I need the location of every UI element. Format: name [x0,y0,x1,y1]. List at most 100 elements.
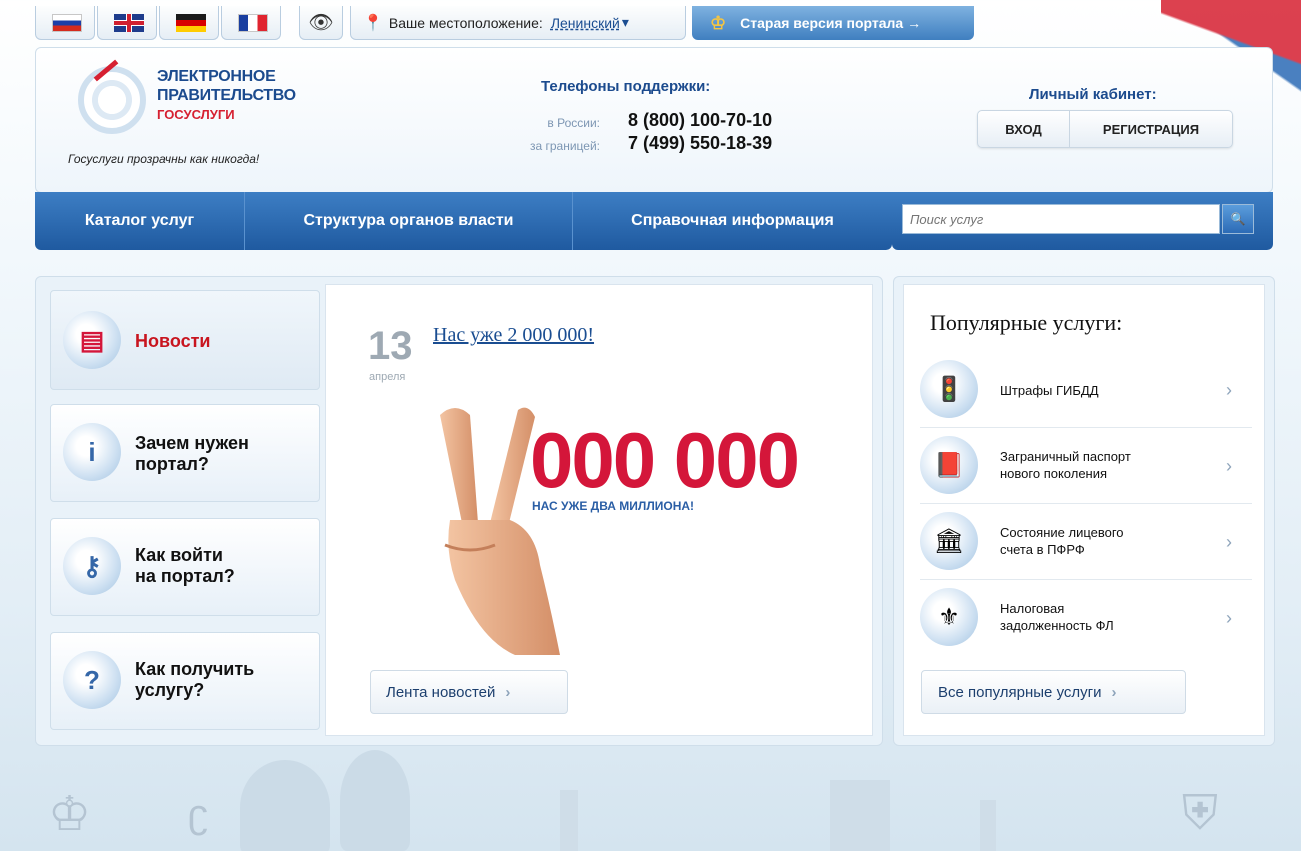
main-nav: Каталог услуг Структура органов власти С… [35,192,892,250]
popular-item-label: Штрафы ГИБДД [1000,383,1099,398]
tree-silhouette [340,750,410,851]
news-month: апреля [369,371,406,383]
popular-item-line-1: Заграничный паспорт [1000,449,1131,464]
top-bar: 👁 📍 Ваше местоположение: Ленинский ▾ ♔ С… [0,0,1301,48]
popular-title: Популярные услуги: [930,310,1123,335]
map-pin-icon: 📍 [363,14,383,32]
nav-reference[interactable]: Справочная информация [573,192,892,250]
old-version-link[interactable]: ♔ Старая версия портала → [692,6,974,40]
pension-fund-icon: 🏛 [920,512,978,570]
tab-why-portal[interactable]: i Зачем нужен портал? [50,404,320,502]
search-icon: 🔍 [1230,212,1246,226]
chevron-right-icon: › [1226,456,1232,476]
tax-emblem-icon: ⚜ [920,588,978,646]
language-german[interactable] [159,6,219,40]
regional-emblem-icon: ⛨ [1182,787,1219,840]
search-button[interactable]: 🔍 [1222,204,1254,234]
footer-cityscape: ♔ ʗ ⛨ [0,750,1301,851]
german-flag-icon [176,14,206,32]
phone-abroad: 7 (499) 550-18-39 [628,133,773,153]
question-icon: ? [63,651,121,709]
person-silhouette [980,800,996,851]
popular-item-label: Заграничный паспорт нового поколения [1000,448,1200,482]
search-input[interactable] [902,204,1220,234]
language-french[interactable] [221,6,281,40]
info-icon: i [63,423,121,481]
promo-number: 000 000 [530,416,800,504]
language-russian[interactable] [35,6,95,40]
uk-flag-icon [114,14,144,32]
chevron-right-icon: › [1226,608,1232,628]
key-icon: ⚷ [63,537,121,595]
tab-news[interactable]: ▤ Новости [50,290,320,390]
cabinet-title: Личный кабинет: [1029,86,1157,103]
tab-how-get-service[interactable]: ? Как получить услугу? [50,632,320,730]
popular-item-line-1: Состояние лицевого [1000,525,1124,540]
popular-item-line-2: задолженность ФЛ [1000,618,1114,633]
accessibility-eye-button[interactable]: 👁 [299,6,343,40]
language-english[interactable] [97,6,157,40]
popular-item-pension-account[interactable]: 🏛 Состояние лицевого счета в ПФРФ › [920,504,1252,580]
chevron-right-icon: › [1226,380,1232,400]
register-button[interactable]: РЕГИСТРАЦИЯ [1070,111,1232,147]
tab-how-login[interactable]: ⚷ Как войти на портал? [50,518,320,616]
support-title: Телефоны поддержки: [541,78,711,95]
logo-line-3: ГОСУСЛУГИ [157,107,235,122]
gosuslugi-logo-icon[interactable] [78,66,146,134]
logo-line-1: ЭЛЕКТРОННОЕ [157,68,276,85]
french-flag-icon [238,14,268,32]
auth-buttons: ВХОД РЕГИСТРАЦИЯ [977,110,1233,148]
all-popular-services-button[interactable]: Все популярные услуги › [921,670,1186,714]
phone-russia: 8 (800) 100-70-10 [628,110,773,130]
phone-russia-label: в России: [547,116,600,130]
location-selector[interactable]: 📍 Ваше местоположение: Ленинский ▾ [350,6,686,40]
promo-subtitle: НАС УЖЕ ДВА МИЛЛИОНА! [532,499,695,513]
tab-how-login-label-2: на портал? [135,566,235,586]
tab-how-get-label-1: Как получить [135,659,255,679]
popular-item-label: Состояние лицевого счета в ПФРФ [1000,524,1200,558]
traffic-light-icon: 🚦 [920,360,978,418]
tab-why-portal-label-1: Зачем нужен [135,433,249,453]
coat-of-arms-icon: ♔ [710,12,727,33]
old-version-label: Старая версия портала → [740,15,922,31]
phone-abroad-label: за границей: [529,139,600,153]
russia-coat-of-arms-icon: ♔ [48,788,92,841]
ear-icon: ʗ [188,792,208,836]
popular-item-traffic-fines[interactable]: 🚦 Штрафы ГИБДД › [920,352,1252,428]
passport-icon: 📕 [920,436,978,494]
location-label: Ваше местоположение: [388,14,543,31]
tab-how-login-label-1: Как войти [135,545,223,565]
tab-news-label: Новости [135,331,211,351]
russian-flag-icon [52,14,82,32]
logo-line-2: ПРАВИТЕЛЬСТВО [157,87,296,104]
news-feed-label: Лента новостей [386,683,496,701]
nav-structure[interactable]: Структура органов власти [245,192,573,250]
site-header: ЭЛЕКТРОННОЕ ПРАВИТЕЛЬСТВО ГОСУСЛУГИ Госу… [35,47,1273,193]
dropdown-arrow-icon: ▾ [621,14,629,30]
eye-icon: 👁 [308,12,334,34]
tab-how-get-label-2: услугу? [135,680,205,700]
building-silhouette [830,780,890,851]
location-value[interactable]: Ленинский [551,15,620,31]
popular-item-label: Налоговая задолженность ФЛ [1000,600,1200,634]
newspaper-icon: ▤ [63,311,121,369]
tree-silhouette [240,760,330,851]
chevron-right-icon: › [1226,532,1232,552]
search-bar: 🔍 [892,192,1273,250]
all-popular-label: Все популярные услуги [938,683,1102,701]
slogan: Госуслуги прозрачны как никогда! [68,152,260,166]
chevron-right-icon: › [1111,683,1117,701]
popular-item-passport[interactable]: 📕 Заграничный паспорт нового поколения › [920,428,1252,504]
login-button[interactable]: ВХОД [978,111,1070,147]
popular-item-line-2: нового поколения [1000,466,1108,481]
news-day: 13 [368,324,413,368]
popular-item-tax-debt[interactable]: ⚜ Налоговая задолженность ФЛ › [920,580,1252,656]
person-silhouette [560,790,578,851]
chevron-right-icon: › [505,683,511,701]
news-headline-link[interactable]: Нас уже 2 000 000! [433,324,594,347]
nav-catalog[interactable]: Каталог услуг [35,192,245,250]
popular-item-line-1: Налоговая [1000,601,1065,616]
popular-item-line-2: счета в ПФРФ [1000,542,1085,557]
tab-why-portal-label-2: портал? [135,454,209,474]
news-feed-button[interactable]: Лента новостей › [370,670,568,714]
